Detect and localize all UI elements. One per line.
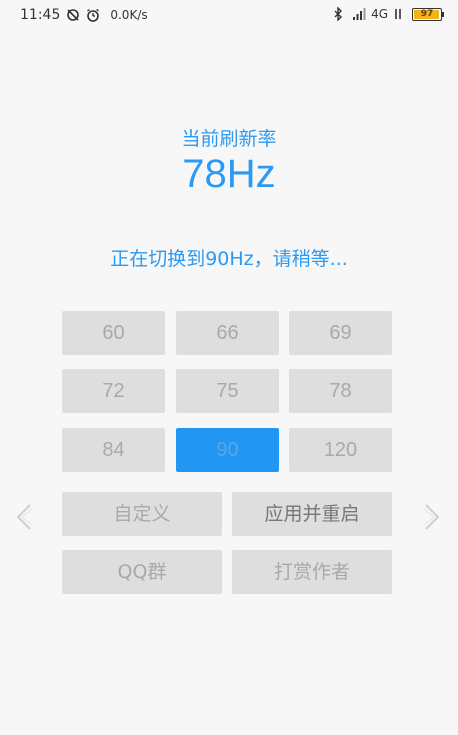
rate-button-72[interactable]: 72 <box>62 369 165 413</box>
switching-message: 正在切换到90Hz，请稍等... <box>110 248 348 270</box>
chevron-left-icon <box>16 504 33 530</box>
rate-button-69[interactable]: 69 <box>289 311 392 355</box>
qq-group-button[interactable]: QQ群 <box>62 550 222 594</box>
battery-level: 97 <box>420 8 434 19</box>
rate-button-60[interactable]: 60 <box>62 311 165 355</box>
rate-button-84[interactable]: 84 <box>62 428 165 472</box>
alarm-icon <box>86 8 100 22</box>
signal-icon <box>352 7 366 21</box>
battery-indicator: 97 <box>412 7 444 21</box>
previous-page-arrow[interactable] <box>14 497 34 537</box>
status-time: 11:45 <box>20 7 61 23</box>
screen: 11:45 0.0K/s 4G 97 当前刷新率 78Hz 正在切换到90Hz，… <box>0 0 458 735</box>
status-left: 11:45 0.0K/s <box>20 7 148 23</box>
current-rate-label: 当前刷新率 <box>181 128 277 150</box>
status-bar: 11:45 0.0K/s 4G 97 <box>0 0 458 30</box>
network-speed: 0.0K/s <box>110 8 148 22</box>
rate-button-78[interactable]: 78 <box>289 369 392 413</box>
data-transfer-icon <box>393 7 407 21</box>
status-right: 4G 97 <box>333 6 444 22</box>
chevron-right-icon <box>423 504 440 530</box>
rate-button-90-selected[interactable]: 90 <box>176 428 279 472</box>
rotation-lock-icon <box>66 8 80 22</box>
apply-restart-button[interactable]: 应用并重启 <box>232 492 392 536</box>
bluetooth-icon <box>333 6 347 22</box>
custom-button[interactable]: 自定义 <box>62 492 222 536</box>
rate-button-120[interactable]: 120 <box>289 428 392 472</box>
network-type: 4G <box>371 7 388 21</box>
rate-button-66[interactable]: 66 <box>176 311 279 355</box>
next-page-arrow[interactable] <box>422 497 442 537</box>
current-rate-value: 78Hz <box>182 152 276 196</box>
donate-author-button[interactable]: 打赏作者 <box>232 550 392 594</box>
rate-button-75[interactable]: 75 <box>176 369 279 413</box>
